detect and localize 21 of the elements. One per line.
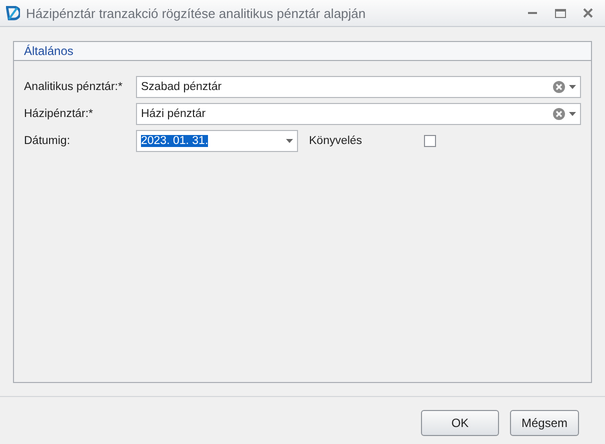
checkbox[interactable] <box>424 135 436 147</box>
group-title[interactable]: Általános <box>24 44 74 58</box>
combo-field[interactable]: Szabad pénztár <box>136 76 581 98</box>
date-field[interactable]: 2023. 01. 31. <box>136 130 298 152</box>
window-title: Házipénztár tranzakció rögzítése analitikus pénztár alapján <box>26 6 367 20</box>
dropdown-arrow-icon[interactable] <box>569 85 576 89</box>
close-icon[interactable] <box>583 8 593 18</box>
checkbox-label: Könyvelés <box>309 135 364 147</box>
dropdown-arrow-icon[interactable] <box>569 112 576 116</box>
app-logo-icon <box>6 6 20 20</box>
maximize-icon[interactable] <box>554 8 566 18</box>
combo-field[interactable]: Házi pénztár <box>136 103 581 125</box>
clear-icon[interactable] <box>553 108 565 120</box>
field-label: Analitikus pénztár:* <box>24 81 124 93</box>
clear-icon[interactable] <box>553 81 565 93</box>
field-label: Házipénztár:* <box>24 108 94 120</box>
dialog-button[interactable]: Mégsem <box>510 410 579 436</box>
field-label: Dátumig: <box>24 135 72 147</box>
dropdown-arrow-icon[interactable] <box>286 139 293 143</box>
dialog-button[interactable]: OK <box>421 410 499 436</box>
minimize-icon[interactable] <box>528 12 536 14</box>
